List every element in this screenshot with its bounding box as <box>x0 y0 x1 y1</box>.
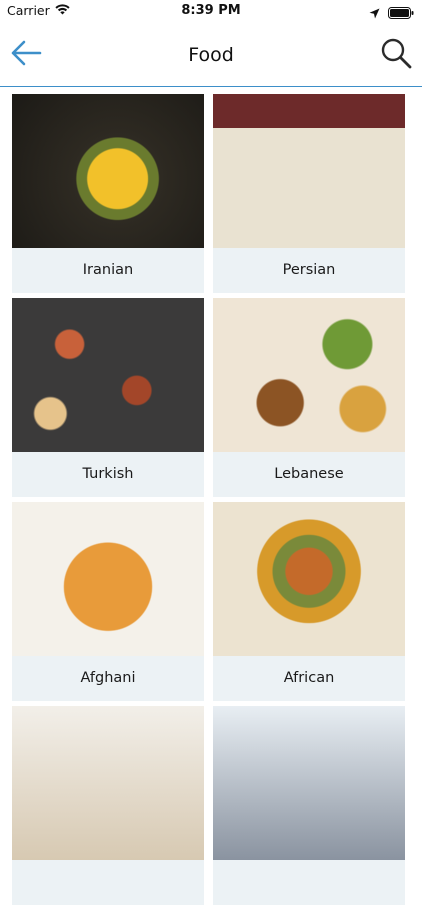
page-title: Food <box>188 44 234 66</box>
category-card-persian[interactable]: Persian <box>213 94 405 293</box>
battery-icon <box>388 4 414 23</box>
search-button[interactable] <box>378 38 414 72</box>
food-image <box>12 298 204 452</box>
category-label: Iranian <box>82 262 134 278</box>
food-image <box>213 298 405 452</box>
category-card-iranian[interactable]: Iranian <box>12 94 204 293</box>
category-label <box>213 860 405 905</box>
category-card-partial-left[interactable] <box>12 706 204 905</box>
food-image <box>213 706 405 860</box>
search-icon <box>380 37 412 73</box>
category-label: African <box>283 670 335 686</box>
category-label: Turkish <box>82 466 134 482</box>
category-label <box>12 860 204 905</box>
food-image <box>213 502 405 656</box>
status-time: 8:39 PM <box>181 3 241 18</box>
category-card-afghani[interactable]: Afghani <box>12 502 204 701</box>
navigation-bar: Food <box>0 22 422 87</box>
location-arrow-icon <box>369 4 380 23</box>
category-card-partial-right[interactable] <box>213 706 405 905</box>
food-image <box>213 94 405 248</box>
category-card-turkish[interactable]: Turkish <box>12 298 204 497</box>
food-image <box>12 706 204 860</box>
food-image <box>12 94 204 248</box>
status-bar: Carrier 8:39 PM <box>0 0 422 22</box>
status-right <box>369 4 414 23</box>
category-card-african[interactable]: African <box>213 502 405 701</box>
category-label: Afghani <box>80 670 136 686</box>
food-image <box>12 502 204 656</box>
category-label: Lebanese <box>274 466 344 482</box>
category-label: Persian <box>282 262 336 278</box>
category-card-lebanese[interactable]: Lebanese <box>213 298 405 497</box>
